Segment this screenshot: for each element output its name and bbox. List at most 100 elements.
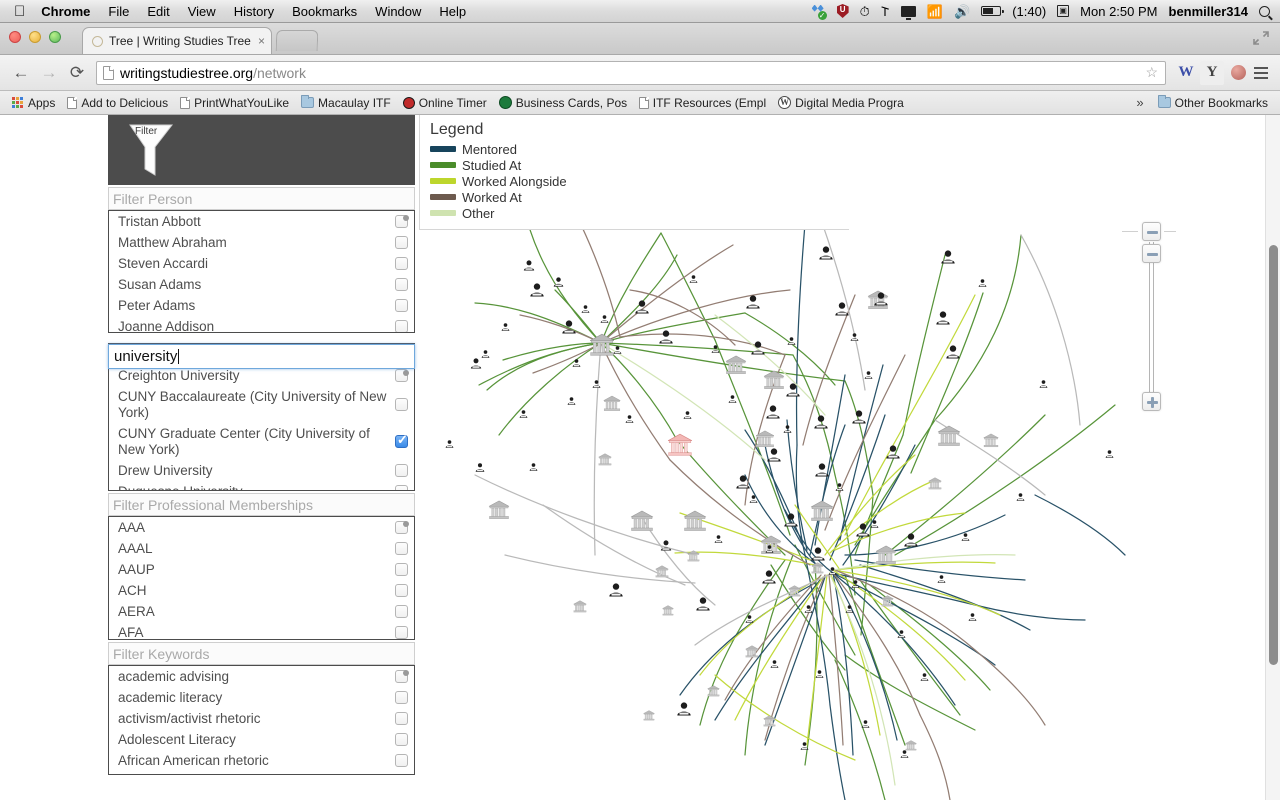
reload-button[interactable]: ⟳ — [64, 60, 90, 86]
list-item[interactable]: academic literacy — [109, 687, 414, 708]
list-item[interactable]: AAAL — [109, 538, 414, 559]
menu-file[interactable]: File — [108, 4, 129, 19]
membership-checkbox[interactable] — [395, 584, 408, 597]
list-item[interactable]: Adolescent Literacy — [109, 729, 414, 750]
bookmark-online-timer[interactable]: Online Timer — [397, 94, 493, 112]
list-scroll-indicator[interactable] — [403, 215, 409, 221]
bookmark-itf-resources[interactable]: ITF Resources (Empl — [633, 94, 772, 112]
close-window-button[interactable] — [9, 31, 21, 43]
bookmark-digital-media-program[interactable]: W Digital Media Progra — [772, 94, 910, 112]
institution-checkbox[interactable] — [395, 433, 408, 448]
wifi-icon[interactable]: 📶 — [927, 5, 943, 18]
list-item[interactable]: AERA — [109, 601, 414, 622]
new-tab-button[interactable] — [275, 30, 319, 51]
close-tab-icon[interactable]: × — [258, 34, 265, 48]
forward-button[interactable]: → — [36, 60, 62, 86]
membership-checkbox[interactable] — [395, 605, 408, 618]
list-item[interactable]: Joanne Addison — [109, 316, 414, 332]
filter-keywords-input[interactable]: Filter Keywords — [108, 642, 415, 665]
person-checkbox[interactable] — [395, 236, 408, 249]
list-item[interactable]: activism/activist rhetoric — [109, 708, 414, 729]
apple-extension-icon[interactable] — [1226, 61, 1250, 85]
keyword-checkbox[interactable] — [395, 733, 408, 746]
institution-checkbox[interactable] — [395, 398, 408, 411]
menu-history[interactable]: History — [234, 4, 274, 19]
bluetooth-icon[interactable]: 𐌕 — [881, 5, 890, 18]
list-item[interactable]: AFA — [109, 622, 414, 639]
bookmark-business-cards[interactable]: Business Cards, Post — [493, 94, 633, 112]
institution-checkbox[interactable] — [395, 485, 408, 490]
minimize-window-button[interactable] — [29, 31, 41, 43]
menubar-username[interactable]: benmiller314 — [1169, 4, 1249, 19]
person-checkbox[interactable] — [395, 320, 408, 332]
shield-icon[interactable] — [836, 4, 849, 18]
list-item[interactable]: Tristan Abbott — [109, 211, 414, 232]
membership-checkbox[interactable] — [395, 542, 408, 555]
spotlight-search-icon[interactable] — [1259, 5, 1270, 17]
list-item[interactable]: Matthew Abraham — [109, 232, 414, 253]
person-filter-list[interactable]: Tristan Abbott Matthew Abraham Steven Ac… — [108, 210, 415, 333]
wikipedia-extension-icon[interactable]: W — [1174, 61, 1198, 85]
keyword-checkbox[interactable] — [395, 754, 408, 767]
battery-icon[interactable] — [981, 6, 1005, 16]
zoom-slider-track[interactable] — [1149, 242, 1154, 392]
institution-checkbox[interactable] — [395, 464, 408, 477]
zoom-in-plus-icon[interactable] — [1142, 392, 1161, 411]
menu-help[interactable]: Help — [439, 4, 466, 19]
bookmark-printwhatyoulike[interactable]: PrintWhatYouLike — [174, 94, 295, 112]
display-icon[interactable] — [900, 5, 916, 20]
list-item[interactable]: Steven Accardi — [109, 253, 414, 274]
keywords-filter-list[interactable]: academic advising academic literacy acti… — [108, 665, 415, 775]
menu-window[interactable]: Window — [375, 4, 421, 19]
zoom-out-minus-icon[interactable] — [1142, 222, 1161, 241]
apple-logo-icon[interactable]:  — [14, 4, 25, 19]
list-item[interactable]: CUNY Graduate Center (City University of… — [109, 423, 414, 460]
bookmark-other-bookmarks[interactable]: Other Bookmarks — [1152, 94, 1274, 112]
maximize-window-button[interactable] — [49, 31, 61, 43]
person-checkbox[interactable] — [395, 257, 408, 270]
menu-edit[interactable]: Edit — [147, 4, 169, 19]
browser-tab[interactable]: Tree | Writing Studies Tree × — [82, 27, 272, 54]
bookmark-macaulay-itf[interactable]: Macaulay ITF — [295, 94, 397, 112]
list-item[interactable]: CUNY Baccalaureate (City University of N… — [109, 386, 414, 423]
list-item[interactable]: Duquesne University — [109, 481, 414, 490]
person-checkbox[interactable] — [395, 299, 408, 312]
institution-search-wrapper[interactable]: university — [108, 344, 415, 369]
list-item[interactable]: AAA — [109, 517, 414, 538]
keyword-checkbox[interactable] — [395, 691, 408, 704]
memberships-filter-list[interactable]: AAA AAAL AAUP ACH AERA AFA — [108, 516, 415, 640]
membership-checkbox[interactable] — [395, 563, 408, 576]
page-scrollbar-thumb[interactable] — [1269, 245, 1278, 665]
graph-zoom-slider[interactable] — [1122, 222, 1176, 412]
bookmark-star-icon[interactable]: ☆ — [1145, 64, 1161, 81]
address-bar[interactable]: writingstudiestree.org /network ☆ — [96, 60, 1166, 85]
menu-bookmarks[interactable]: Bookmarks — [292, 4, 357, 19]
bookmarks-overflow-button[interactable]: » — [1128, 95, 1151, 110]
list-scroll-indicator[interactable] — [403, 370, 409, 376]
bookmark-add-to-delicious[interactable]: Add to Delicious — [61, 94, 174, 112]
chrome-menu-icon[interactable] — [1250, 66, 1272, 79]
list-item[interactable]: academic advising — [109, 666, 414, 687]
page-scrollbar[interactable] — [1265, 115, 1280, 800]
input-source-icon[interactable]: ▣ — [1057, 5, 1070, 17]
filter-memberships-input[interactable]: Filter Professional Memberships — [108, 493, 415, 516]
menubar-clock[interactable]: Mon 2:50 PM — [1080, 4, 1157, 19]
back-button[interactable]: ← — [8, 60, 34, 86]
list-item[interactable]: Drew University — [109, 460, 414, 481]
menu-chrome[interactable]: Chrome — [41, 4, 90, 19]
yahoo-extension-icon[interactable]: Y — [1200, 60, 1224, 85]
filter-person-input[interactable]: Filter Person — [108, 187, 415, 210]
list-item[interactable]: AAUP — [109, 559, 414, 580]
dropbox-icon[interactable] — [812, 5, 827, 20]
keyword-checkbox[interactable] — [395, 712, 408, 725]
list-scroll-indicator[interactable] — [403, 521, 409, 527]
list-item[interactable]: Peter Adams — [109, 295, 414, 316]
volume-icon[interactable]: 🔊 — [954, 5, 970, 18]
membership-checkbox[interactable] — [395, 626, 408, 639]
fullscreen-icon[interactable] — [1251, 29, 1271, 47]
slider-handle-icon[interactable] — [1142, 244, 1161, 263]
menu-view[interactable]: View — [188, 4, 216, 19]
bookmark-apps[interactable]: Apps — [6, 94, 61, 112]
list-item[interactable]: African American rhetoric — [109, 750, 414, 771]
list-scroll-indicator[interactable] — [403, 670, 409, 676]
